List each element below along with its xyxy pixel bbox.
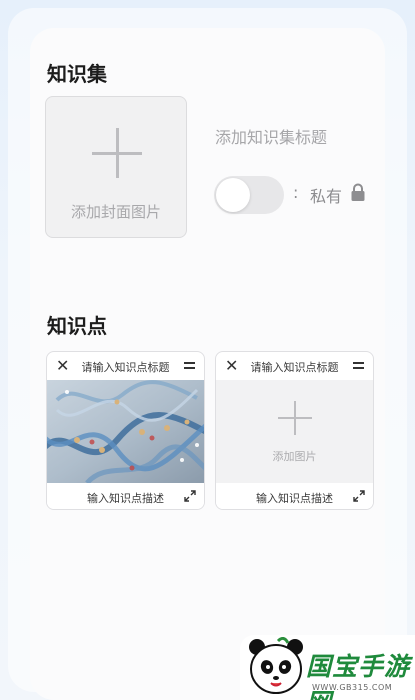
card-footer: 输入知识点描述 <box>216 483 373 509</box>
add-cover-button[interactable]: 添加封面图片 <box>45 96 187 238</box>
lock-icon <box>351 183 365 201</box>
watermark-title: 国宝手游网 <box>306 652 411 700</box>
card-header: ✕ 请输入知识点标题 <box>47 352 204 380</box>
card-title-input[interactable]: 请输入知识点标题 <box>47 359 204 375</box>
card-description-input[interactable]: 输入知识点描述 <box>216 490 373 506</box>
card-description-input[interactable]: 输入知识点描述 <box>47 490 204 506</box>
expand-icon[interactable] <box>184 490 196 502</box>
expand-icon[interactable] <box>353 490 365 502</box>
knowledge-point-card: ✕ 请输入知识点标题 输入知识点描述 <box>46 351 205 510</box>
card-title-input[interactable]: 请输入知识点标题 <box>216 359 373 375</box>
toggle-knob <box>216 178 250 212</box>
panda-logo-icon <box>249 637 303 694</box>
points-heading: 知识点 <box>47 314 107 338</box>
add-cover-label: 添加封面图片 <box>70 203 161 221</box>
add-image-button[interactable]: 添加图片 <box>216 380 373 483</box>
dna-image <box>47 380 204 485</box>
card-footer: 输入知识点描述 <box>47 483 204 509</box>
privacy-label: 私有 <box>310 187 343 206</box>
knowledge-point-card: ✕ 请输入知识点标题 添加图片 输入知识点描述 <box>215 351 374 510</box>
privacy-colon: : <box>293 183 299 202</box>
card-image[interactable] <box>47 380 204 485</box>
card-header: ✕ 请输入知识点标题 <box>216 352 373 380</box>
collection-heading: 知识集 <box>47 62 107 86</box>
drag-handle-icon[interactable] <box>184 362 195 370</box>
watermark-url: WWW.GB315.COM <box>312 683 393 692</box>
watermark: 国宝手游网 WWW.GB315.COM <box>240 635 415 700</box>
collection-title-input[interactable]: 添加知识集标题 <box>215 124 327 148</box>
privacy-toggle[interactable] <box>214 176 284 214</box>
drag-handle-icon[interactable] <box>353 362 364 370</box>
add-image-label: 添加图片 <box>272 450 317 463</box>
